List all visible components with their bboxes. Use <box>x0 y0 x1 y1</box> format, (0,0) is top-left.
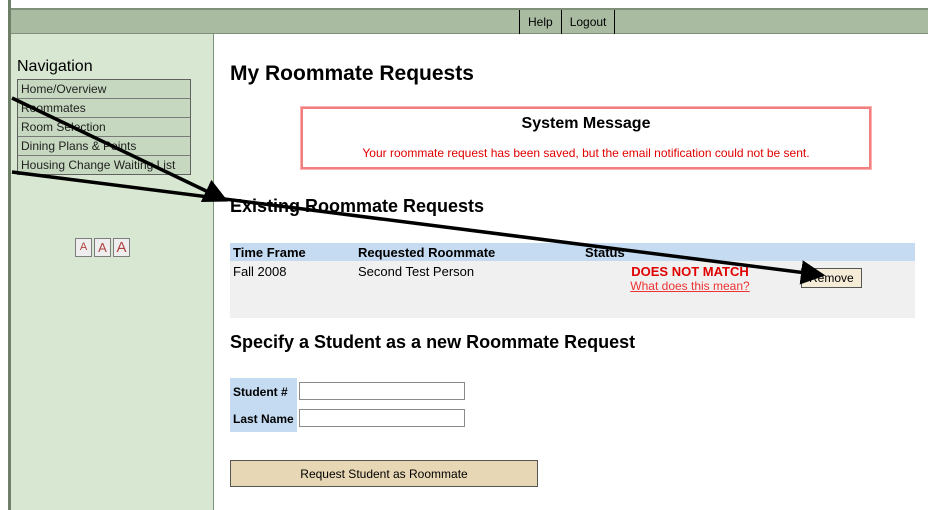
top-links: Help Logout <box>519 10 616 34</box>
text-size-small-button[interactable]: A <box>75 238 92 257</box>
table-row: Fall 2008 Second Test Person DOES NOT MA… <box>230 261 915 318</box>
student-number-label: Student # <box>230 378 297 405</box>
student-number-cell <box>297 378 467 405</box>
nav-item-home-overview[interactable]: Home/Overview <box>18 80 190 99</box>
navigation-list: Home/Overview Roommates Room Selection D… <box>17 79 191 175</box>
request-form: Student # Last Name <box>230 378 467 432</box>
col-status: Status <box>582 243 798 261</box>
navigation-title: Navigation <box>17 58 93 75</box>
page-title: My Roommate Requests <box>230 62 474 85</box>
existing-requests-heading: Existing Roommate Requests <box>230 196 485 216</box>
status-badge: DOES NOT MATCH <box>631 264 749 279</box>
remove-button[interactable]: Remove <box>801 268 862 288</box>
col-action <box>798 243 915 261</box>
nav-item-dining-plans[interactable]: Dining Plans & Points <box>18 137 190 156</box>
help-link[interactable]: Help <box>519 10 561 34</box>
cell-time-frame: Fall 2008 <box>233 264 287 279</box>
status-help-link[interactable]: What does this mean? <box>585 279 795 293</box>
system-message-title: System Message <box>521 115 651 132</box>
col-requested-roommate: Requested Roommate <box>355 243 582 261</box>
cell-status: DOES NOT MATCH What does this mean? <box>582 261 798 318</box>
new-request-heading: Specify a Student as a new Roommate Requ… <box>230 332 636 352</box>
request-roommate-button[interactable]: Request Student as Roommate <box>230 460 538 487</box>
text-size-large-button[interactable]: A <box>113 238 130 257</box>
last-name-label: Last Name <box>230 405 297 432</box>
nav-item-housing-change[interactable]: Housing Change Waiting List <box>18 156 190 174</box>
requests-table: Time Frame Requested Roommate Status Fal… <box>230 243 915 318</box>
last-name-cell <box>297 405 467 432</box>
last-name-input[interactable] <box>298 409 465 428</box>
form-row-student: Student # <box>230 378 467 405</box>
table-header-row: Time Frame Requested Roommate Status <box>230 243 915 261</box>
logout-link[interactable]: Logout <box>560 10 616 34</box>
system-message-box: System Message Your roommate request has… <box>300 106 872 170</box>
col-time-frame: Time Frame <box>230 243 355 261</box>
text-size-medium-button[interactable]: A <box>94 238 111 257</box>
student-number-input[interactable] <box>298 382 465 401</box>
window-frame <box>0 0 8 510</box>
text-size-controls: A A A <box>75 238 130 257</box>
cell-action: Remove <box>798 261 915 318</box>
system-message-text: Your roommate request has been saved, bu… <box>362 146 810 160</box>
top-bar: Help Logout <box>11 8 928 34</box>
form-row-last-name: Last Name <box>230 405 467 432</box>
nav-item-room-selection[interactable]: Room Selection <box>18 118 190 137</box>
cell-roommate: Second Test Person <box>358 264 475 279</box>
nav-item-roommates[interactable]: Roommates <box>18 99 190 118</box>
